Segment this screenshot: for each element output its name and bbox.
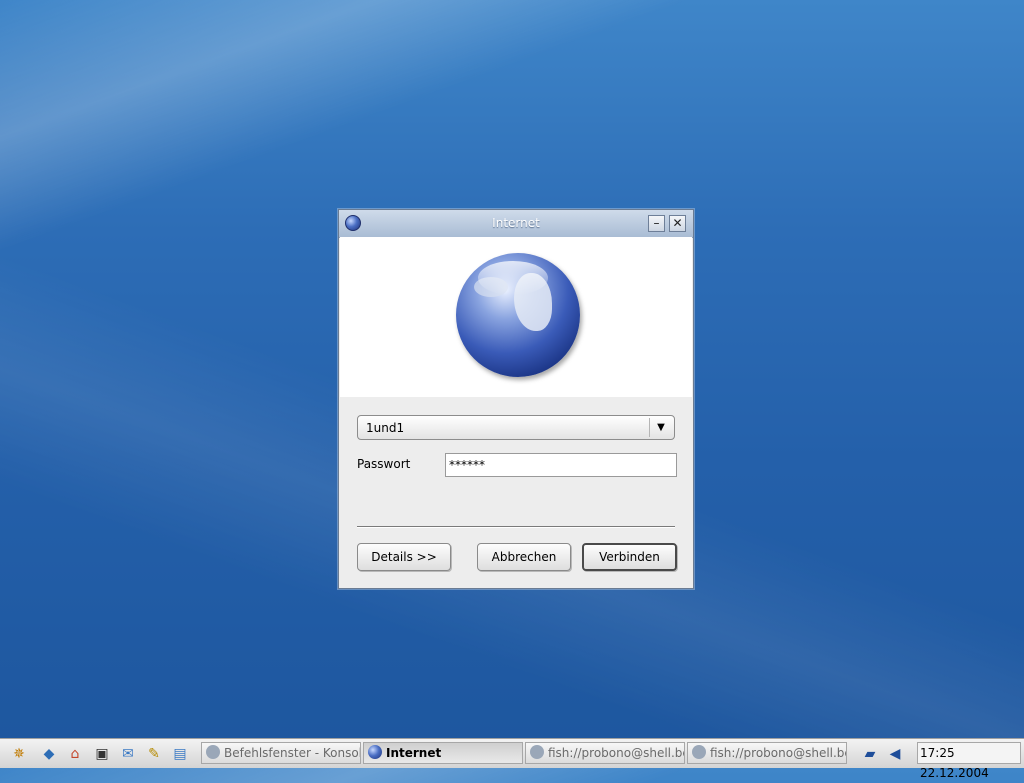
kde-menu-icon[interactable]: ✵ [10, 745, 28, 763]
fish-icon [530, 745, 544, 759]
connection-select[interactable]: 1und1 ▼ [357, 415, 675, 440]
home-icon[interactable]: ⌂ [66, 745, 84, 763]
password-field[interactable] [445, 453, 677, 477]
screen-icon[interactable]: ▰ [861, 745, 879, 763]
password-label: Passwort [357, 457, 411, 471]
clock-time: 17:25 [920, 746, 955, 760]
task-label: fish://probono@shell.be [710, 746, 847, 760]
banner [340, 237, 692, 397]
task-label: fish://probono@shell.be [548, 746, 685, 760]
window-title: Internet [492, 216, 540, 230]
close-icon: ✕ [672, 216, 683, 230]
taskbar-item-internet[interactable]: Internet [363, 742, 523, 764]
connect-button[interactable]: Verbinden [582, 543, 677, 571]
taskbar-item-fish-2[interactable]: fish://probono@shell.be [687, 742, 847, 764]
task-label: Internet [386, 746, 442, 760]
browser-icon[interactable]: ✉ [119, 745, 137, 763]
cancel-button[interactable]: Abbrechen [477, 543, 571, 571]
connection-select-value: 1und1 [366, 421, 405, 435]
desktop-icon[interactable]: ◆ [40, 745, 58, 763]
terminal-icon [206, 745, 220, 759]
terminal-icon[interactable]: ▣ [93, 745, 111, 763]
globe-icon [368, 745, 382, 759]
internet-dialog: Internet – ✕ 1und1 ▼ Passwort Details >>… [338, 209, 694, 589]
close-button[interactable]: ✕ [669, 215, 686, 232]
taskbar-item-konsole[interactable]: Befehlsfenster - Konsole [201, 742, 361, 764]
taskbar-item-fish-1[interactable]: fish://probono@shell.be [525, 742, 685, 764]
globe-highlight [478, 261, 548, 295]
taskbar: ✵ ◆ ⌂ ▣ ✉ ✎ ▤ Befehlsfenster - Konsole I… [0, 738, 1024, 780]
divider [357, 526, 675, 528]
clock[interactable]: 17:25 22.12.2004 [917, 742, 1021, 780]
folder-icon[interactable]: ▤ [171, 745, 189, 763]
task-label: Befehlsfenster - Konsole [224, 746, 361, 760]
details-button[interactable]: Details >> [357, 543, 451, 571]
speaker-icon[interactable]: ◀ [886, 745, 904, 763]
clock-date: 22.12.2004 [920, 766, 989, 780]
fish-icon [692, 745, 706, 759]
minimize-icon: – [653, 216, 660, 230]
globe-icon [456, 253, 580, 377]
editor-icon[interactable]: ✎ [145, 745, 163, 763]
title-bar[interactable]: Internet – ✕ [339, 210, 693, 238]
minimize-button[interactable]: – [648, 215, 665, 232]
chevron-down-icon[interactable]: ▼ [649, 418, 672, 437]
